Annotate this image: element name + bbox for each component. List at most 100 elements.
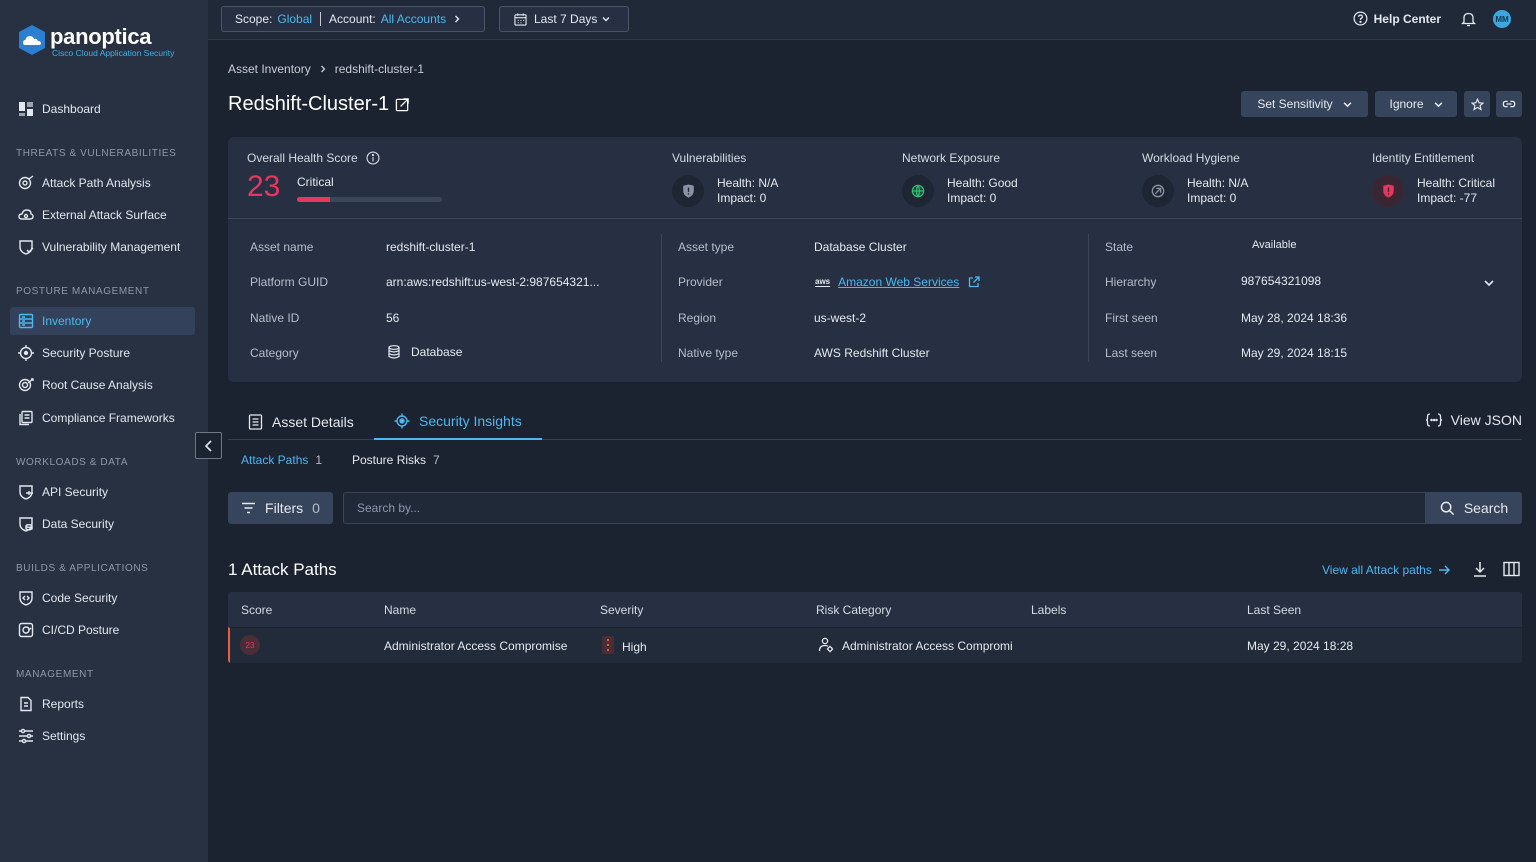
- sidebar-item-attack-path-analysis[interactable]: Attack Path Analysis: [10, 169, 195, 197]
- column-header-last-seen[interactable]: Last Seen: [1247, 603, 1301, 617]
- info-icon[interactable]: [366, 151, 380, 165]
- ignore-button[interactable]: Ignore: [1375, 91, 1457, 117]
- provider-value: aws Amazon Web Services: [815, 275, 980, 289]
- view-all-attack-paths-link[interactable]: View all Attack paths: [1322, 563, 1450, 577]
- table-row[interactable]: 23 Administrator Access Compromise High …: [228, 627, 1522, 663]
- set-sensitivity-button[interactable]: Set Sensitivity: [1241, 91, 1368, 117]
- bell-icon: [1460, 12, 1477, 27]
- tab-label: Security Insights: [419, 413, 522, 429]
- help-icon: [1353, 11, 1368, 26]
- scope-selector[interactable]: Scope: Global Account: All Accounts: [221, 6, 485, 32]
- region-value: us-west-2: [814, 311, 867, 325]
- category-label: Category: [250, 346, 299, 360]
- native-type-label: Native type: [678, 346, 739, 360]
- collapse-sidebar-button[interactable]: [195, 432, 222, 459]
- filter-icon: [242, 502, 256, 514]
- sidebar-section-workloads: WORKLOADS & DATA: [16, 457, 129, 468]
- sidebar-item-compliance-frameworks[interactable]: Compliance Frameworks: [10, 404, 195, 432]
- search-icon: [1440, 501, 1454, 515]
- subtab-attack-paths[interactable]: Attack Paths 1: [241, 453, 322, 467]
- row-severity: High: [602, 636, 647, 654]
- breadcrumb-parent[interactable]: Asset Inventory: [228, 62, 311, 76]
- sidebar-item-label: Root Cause Analysis: [42, 378, 153, 392]
- filters-count: 0: [312, 500, 320, 516]
- scope-value: Global: [277, 12, 313, 26]
- external-link-icon[interactable]: [968, 276, 980, 288]
- column-header-risk-category[interactable]: Risk Category: [816, 603, 891, 617]
- column-divider: [1088, 234, 1089, 362]
- download-button[interactable]: [1472, 561, 1488, 580]
- sidebar-item-external-attack-surface[interactable]: External Attack Surface: [10, 201, 195, 229]
- first-seen-value: May 28, 2024 18:36: [1241, 311, 1348, 325]
- sidebar-item-api-security[interactable]: API Security: [10, 478, 195, 506]
- asset-name-label: Asset name: [250, 240, 314, 254]
- help-center-link[interactable]: Help Center: [1353, 11, 1441, 26]
- subtab-label: Attack Paths: [241, 453, 309, 467]
- sidebar-section-builds: BUILDS & APPLICATIONS: [16, 563, 149, 574]
- date-range-selector[interactable]: Last 7 Days: [499, 6, 629, 32]
- row-last-seen: May 29, 2024 18:28: [1247, 639, 1354, 653]
- cloud-icon: [17, 206, 35, 224]
- filters-button[interactable]: Filters 0: [228, 492, 333, 524]
- asset-summary-card: Overall Health Score 23 Critical Vulnera…: [228, 137, 1522, 382]
- set-sensitivity-label: Set Sensitivity: [1257, 97, 1333, 111]
- copy-link-button[interactable]: [1496, 91, 1522, 117]
- subtab-count: 7: [433, 453, 440, 467]
- sidebar-item-label: Settings: [42, 729, 86, 743]
- subtab-posture-risks[interactable]: Posture Risks 7: [352, 453, 440, 467]
- sidebar-item-settings[interactable]: Settings: [10, 722, 195, 750]
- columns-button[interactable]: [1503, 561, 1520, 580]
- sidebar-item-label: Reports: [42, 697, 85, 711]
- compliance-icon: [17, 409, 35, 427]
- favorite-button[interactable]: [1464, 91, 1490, 117]
- notifications-button[interactable]: [1460, 11, 1477, 30]
- column-header-labels[interactable]: Labels: [1031, 603, 1066, 617]
- sidebar-item-inventory[interactable]: Inventory: [10, 307, 195, 335]
- view-json-label: View JSON: [1450, 412, 1522, 428]
- asset-type-label: Asset type: [678, 240, 735, 254]
- provider-link[interactable]: Amazon Web Services: [838, 275, 959, 289]
- hierarchy-expand-button[interactable]: [1483, 277, 1495, 289]
- chevron-right-icon: [320, 65, 326, 73]
- hierarchy-value: 987654321098: [1241, 274, 1322, 288]
- tab-security-insights[interactable]: Security Insights: [374, 404, 542, 440]
- sidebar-item-label: Inventory: [42, 314, 92, 328]
- columns-icon: [1503, 561, 1520, 577]
- row-name[interactable]: Administrator Access Compromise: [384, 639, 567, 653]
- calendar-icon: [514, 12, 527, 26]
- view-json-button[interactable]: View JSON: [1425, 412, 1522, 428]
- open-external-icon[interactable]: [395, 97, 410, 112]
- column-header-name[interactable]: Name: [384, 603, 416, 617]
- sidebar-item-security-posture[interactable]: Security Posture: [10, 339, 195, 367]
- sidebar-item-vulnerability-management[interactable]: Vulnerability Management: [10, 233, 195, 261]
- sidebar-item-cicd-posture[interactable]: CI/CD Posture: [10, 616, 195, 644]
- search-input[interactable]: [343, 492, 1426, 524]
- health-score-bar: [297, 197, 442, 202]
- brand-logo[interactable]: panoptica Cisco Cloud Application Securi…: [16, 24, 174, 58]
- page-title-text: Redshift-Cluster-1: [228, 93, 390, 115]
- asset-type-value: Database Cluster: [814, 240, 907, 254]
- health-score-bar-fill: [297, 197, 331, 202]
- aws-logo-icon: aws: [815, 277, 831, 287]
- sliders-icon: [17, 727, 35, 745]
- sidebar-item-reports[interactable]: Reports: [10, 690, 195, 718]
- metric-health: Health: N/A: [1187, 176, 1249, 190]
- tab-label: Asset Details: [272, 414, 354, 430]
- sidebar-item-code-security[interactable]: Code Security: [10, 584, 195, 612]
- sidebar-section-management: MANAGEMENT: [16, 669, 94, 680]
- sidebar-item-data-security[interactable]: Data Security: [10, 510, 195, 538]
- column-header-severity[interactable]: Severity: [600, 603, 643, 617]
- sidebar-item-label: CI/CD Posture: [42, 623, 120, 637]
- column-header-score[interactable]: Score: [241, 603, 272, 617]
- user-avatar[interactable]: MM: [1493, 10, 1511, 28]
- breadcrumb-current: redshift-cluster-1: [334, 62, 425, 76]
- sidebar-item-root-cause-analysis[interactable]: Root Cause Analysis: [10, 371, 195, 399]
- sidebar-item-label: Attack Path Analysis: [42, 176, 151, 190]
- risk-category-label: Administrator Access Compromi: [842, 639, 1013, 653]
- date-range-value: Last 7 Days: [534, 12, 598, 26]
- metric-title: Identity Entitlement: [1372, 151, 1475, 165]
- search-button[interactable]: Search: [1426, 492, 1522, 524]
- sidebar-item-dashboard[interactable]: Dashboard: [10, 95, 195, 123]
- chevron-right-icon: [455, 15, 460, 23]
- tab-asset-details[interactable]: Asset Details: [248, 404, 354, 440]
